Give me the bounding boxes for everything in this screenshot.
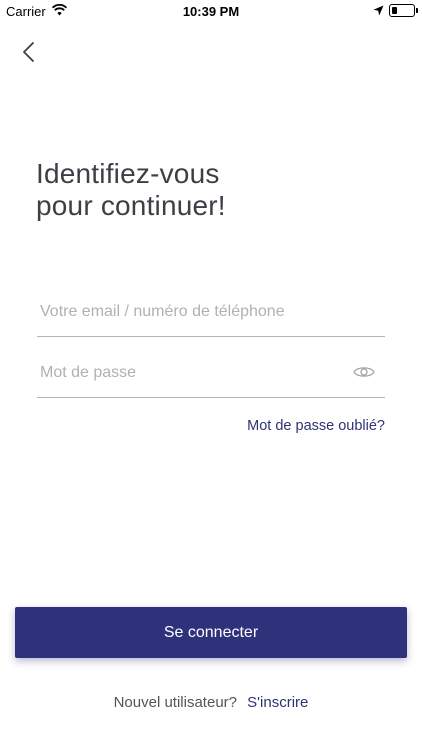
signup-row: Nouvel utilisateur? S'inscrire [0,694,422,711]
page-title-line2: pour continuer! [36,190,226,221]
page-title: Identifiez-vous pour continuer! [36,158,396,222]
battery-icon [389,4,415,17]
email-input[interactable] [40,294,340,330]
back-button[interactable] [12,34,48,70]
clock: 10:39 PM [182,4,240,19]
connect-button[interactable]: Se connecter [15,607,407,658]
battery-tip [416,8,418,13]
signup-link[interactable]: S'inscrire [247,694,308,711]
email-field-container [37,292,385,337]
password-field-container [37,353,385,398]
status-bar: Carrier 10:39 PM [0,0,422,22]
battery-fill [391,6,397,14]
show-password-button[interactable] [353,364,375,380]
new-user-text: Nouvel utilisateur? [113,694,237,711]
page-title-line1: Identifiez-vous [36,158,220,189]
password-input[interactable] [40,355,340,391]
eye-icon [353,367,375,377]
location-arrow-icon [373,5,384,16]
forgot-password-link[interactable]: Mot de passe oublié? [247,418,385,434]
chevron-left-icon [23,42,34,62]
